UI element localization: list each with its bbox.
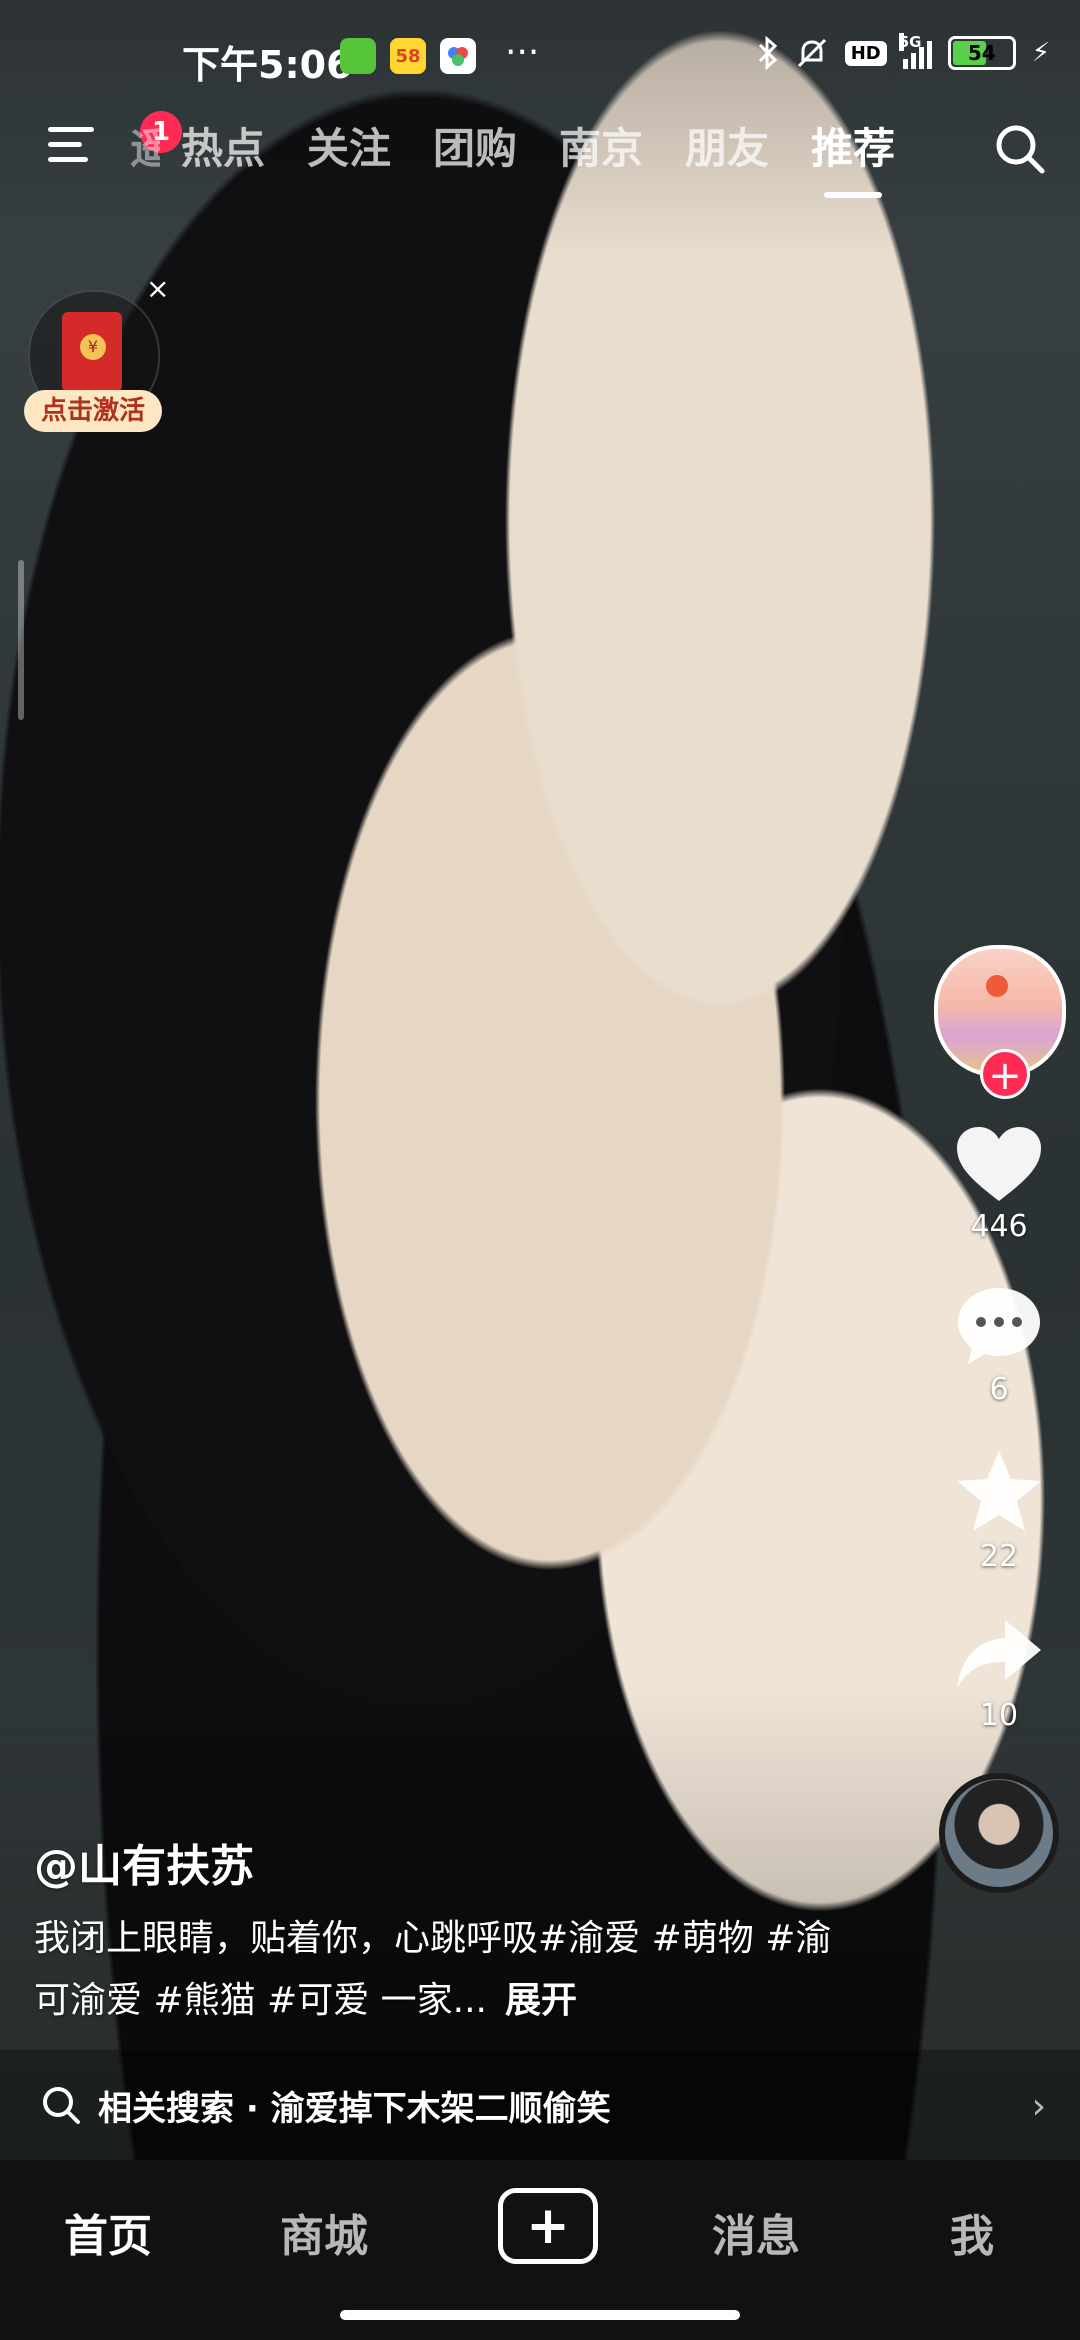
menu-icon[interactable]: 1 [48,111,182,167]
creator-avatar[interactable]: + [934,945,1066,1099]
comment-action[interactable]: 6 [934,1284,1064,1407]
status-time: 下午5:06 [182,43,353,87]
tab-friends[interactable]: 朋友 [664,115,790,176]
tab-nanjing[interactable]: 南京 [538,115,664,176]
nav-messages[interactable]: 消息 [686,2200,826,2264]
tab-hot[interactable]: 热点 [160,115,286,176]
wechat-app-icon [340,38,376,74]
bluetooth-icon [758,36,777,70]
expand-button[interactable]: 展开 [505,1980,577,2021]
favorite-count: 22 [979,1539,1019,1574]
nav-mall[interactable]: 商城 [254,2200,394,2264]
share-icon [957,1620,1041,1688]
comment-icon [958,1288,1040,1364]
author-name[interactable]: @山有扶苏 [34,1830,834,1894]
tab-partial[interactable]: 遥 [130,115,160,176]
red-packet-widget[interactable]: 点击激活 [24,290,162,440]
signal-icon: 5G [898,33,932,69]
search-icon [43,2087,80,2124]
video-description: 我闭上眼睛，贴着你，心跳呼吸#渝爱 #萌物 #渝可渝爱 #熊猫 #可爱 一家..… [34,1908,834,2032]
battery-icon: 54 [947,36,1016,70]
favorite-action[interactable]: 22 [934,1447,1064,1574]
like-action[interactable]: 446 [934,1123,1064,1244]
action-rail: + 446 6 22 10 [934,945,1066,1893]
create-post-button[interactable]: + [498,2188,598,2264]
feed-tabs: 遥 热点 关注 团购 南京 朋友 推荐 [130,115,916,198]
status-app-icons: 58 [340,38,476,74]
star-icon [957,1451,1041,1531]
like-count: 446 [970,1209,1028,1244]
tab-recommended[interactable]: 推荐 [790,115,916,198]
charging-icon: ⚡ [1031,38,1050,68]
search-icon[interactable] [992,121,1048,177]
red-packet-close-icon[interactable]: × [146,272,169,305]
more-notifications-icon: ··· [505,32,540,73]
status-indicators: HD 5G 54 ⚡ [757,33,1050,70]
red-packet-activate-label: 点击激活 [24,390,162,432]
comment-count: 6 [989,1372,1009,1407]
red-envelope-icon [62,312,122,392]
description-text: 我闭上眼睛，贴着你，心跳呼吸#渝爱 #萌物 #渝可渝爱 #熊猫 #可爱 一家..… [34,1918,832,2021]
plus-icon: + [526,2196,570,2256]
tab-following[interactable]: 关注 [286,115,412,176]
status-bar: 下午5:06 58 ··· HD 5G 54 ⚡ [0,0,1080,110]
share-count: 10 [979,1698,1019,1733]
hd-badge: HD [844,40,887,66]
side-scroll-indicator [18,560,24,720]
chevron-right-icon: › [1031,2086,1046,2127]
58-app-icon: 58 [390,38,426,74]
top-nav: 1 遥 热点 关注 团购 南京 朋友 推荐 [0,111,1080,198]
share-action[interactable]: 10 [934,1614,1064,1733]
baidu-map-app-icon [440,38,476,74]
tab-group-buy[interactable]: 团购 [412,115,538,176]
related-search-bar[interactable]: 相关搜索 · 渝爱掉下木架二顺偷笑 › [0,2050,1080,2160]
home-indicator [340,2310,740,2320]
network-type: 5G [898,33,922,51]
music-disc-avatar[interactable] [934,1773,1064,1893]
video-caption: @山有扶苏 我闭上眼睛，贴着你，心跳呼吸#渝爱 #萌物 #渝可渝爱 #熊猫 #可… [34,1830,834,2032]
related-search-text: 相关搜索 · 渝爱掉下木架二顺偷笑 [98,2088,611,2129]
nav-me[interactable]: 我 [902,2200,1042,2264]
follow-plus-icon[interactable]: + [980,1049,1030,1099]
mute-bell-icon [797,38,826,68]
battery-level: 54 [967,41,996,65]
nav-home[interactable]: 首页 [38,2200,178,2264]
heart-icon [957,1127,1041,1201]
